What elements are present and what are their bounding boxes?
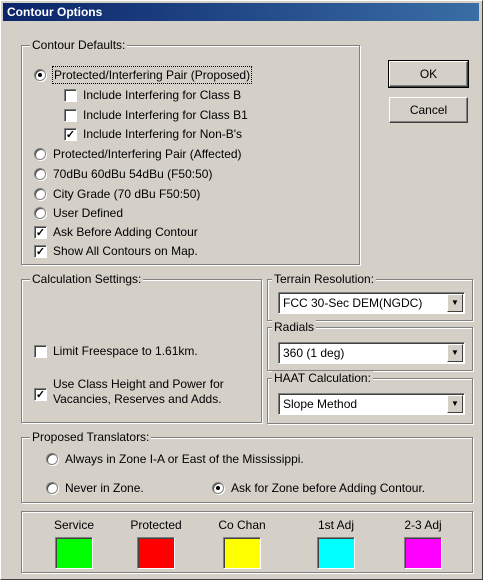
swatch-co-chan[interactable] — [223, 537, 261, 569]
swatch-label-2-3-adj: 2-3 Adj — [404, 518, 442, 532]
swatch-protected[interactable] — [137, 537, 175, 569]
radio-indicator — [34, 207, 46, 219]
contour-defaults-group: Contour Defaults: Protected/Interfering … — [21, 38, 360, 265]
checkbox-label-line2: Vacancies, Reserves and Adds. — [53, 392, 222, 406]
calculation-settings-group: Calculation Settings: Limit Freespace to… — [21, 272, 262, 423]
checkbox-label: Include Interfering for Non-B's — [83, 127, 243, 141]
checkbox-label: Include Interfering for Class B1 — [83, 108, 248, 122]
swatch-label-co-chan: Co Chan — [218, 518, 266, 532]
radials-value: 360 (1 deg) — [283, 346, 345, 360]
radials-group: Radials 360 (1 deg) ▼ — [267, 320, 473, 371]
radials-title: Radials — [272, 320, 317, 334]
checkbox-box — [64, 89, 77, 102]
checkbox-label: Show All Contours on Map. — [53, 244, 198, 258]
checkbox-label: Use Class Height and Power for Vacancies… — [53, 377, 224, 407]
dialog-title: Contour Options — [3, 3, 479, 21]
proposed-translators-group: Proposed Translators: Always in Zone I-A… — [21, 430, 473, 503]
check-icon: ✓ — [34, 388, 47, 401]
haat-calculation-title: HAAT Calculation: — [272, 371, 373, 385]
terrain-resolution-value: FCC 30-Sec DEM(NGDC) — [283, 296, 423, 310]
radio-label: Protected/Interfering Pair (Affected) — [53, 147, 242, 161]
radio-selected-indicator — [212, 482, 224, 494]
radio-indicator — [34, 148, 46, 160]
radio-indicator — [34, 188, 46, 200]
radio-label: 70dBu 60dBu 54dBu (F50:50) — [53, 167, 213, 181]
swatch-1st-adj[interactable] — [317, 537, 355, 569]
dropdown-arrow-icon[interactable]: ▼ — [447, 294, 463, 312]
radio-indicator — [46, 482, 58, 494]
ok-button[interactable]: OK — [388, 60, 469, 88]
radio-indicator — [46, 453, 58, 465]
radio-selected-indicator — [34, 69, 46, 81]
checkbox-box — [64, 109, 77, 122]
radio-label: Always in Zone I-A or East of the Missis… — [65, 452, 304, 466]
swatch-service[interactable] — [55, 537, 93, 569]
radio-indicator — [34, 168, 46, 180]
dropdown-arrow-icon[interactable]: ▼ — [447, 395, 463, 413]
radials-select[interactable]: 360 (1 deg) ▼ — [278, 342, 465, 364]
radio-label: City Grade (70 dBu F50:50) — [53, 187, 201, 201]
terrain-resolution-select[interactable]: FCC 30-Sec DEM(NGDC) ▼ — [278, 292, 465, 314]
proposed-translators-title: Proposed Translators: — [30, 430, 152, 444]
check-icon: ✓ — [64, 128, 77, 141]
checkbox-box — [34, 345, 47, 358]
cancel-button[interactable]: Cancel — [389, 97, 468, 123]
haat-calculation-group: HAAT Calculation: Slope Method ▼ — [267, 371, 473, 424]
swatch-label-service: Service — [53, 518, 94, 532]
calculation-settings-title: Calculation Settings: — [30, 272, 144, 286]
check-icon: ✓ — [34, 245, 47, 258]
haat-calculation-value: Slope Method — [283, 397, 358, 411]
dropdown-arrow-icon[interactable]: ▼ — [447, 344, 463, 362]
contour-colors-group: Service Protected Co Chan 1st Adj 2-3 Ad… — [21, 511, 473, 573]
check-icon: ✓ — [34, 226, 47, 239]
terrain-resolution-title: Terrain Resolution: — [272, 272, 377, 286]
contour-defaults-title: Contour Defaults: — [30, 38, 128, 52]
checkbox-label: Limit Freespace to 1.61km. — [53, 344, 198, 358]
swatch-label-protected: Protected — [130, 518, 182, 532]
contour-options-dialog: Contour Options OK Cancel Contour Defaul… — [0, 0, 483, 580]
checkbox-label-line1: Use Class Height and Power for — [53, 377, 224, 391]
terrain-resolution-group: Terrain Resolution: FCC 30-Sec DEM(NGDC)… — [267, 272, 473, 321]
checkbox-label: Include Interfering for Class B — [83, 88, 242, 102]
haat-calculation-select[interactable]: Slope Method ▼ — [278, 393, 465, 415]
checkbox-label: Ask Before Adding Contour — [53, 225, 198, 239]
swatch-2-3-adj[interactable] — [404, 537, 442, 569]
swatch-label-1st-adj: 1st Adj — [317, 518, 355, 532]
radio-label: Protected/Interfering Pair (Proposed) — [51, 66, 253, 84]
radio-label: User Defined — [53, 206, 124, 220]
radio-label: Never in Zone. — [65, 481, 144, 495]
radio-label: Ask for Zone before Adding Contour. — [231, 481, 426, 495]
